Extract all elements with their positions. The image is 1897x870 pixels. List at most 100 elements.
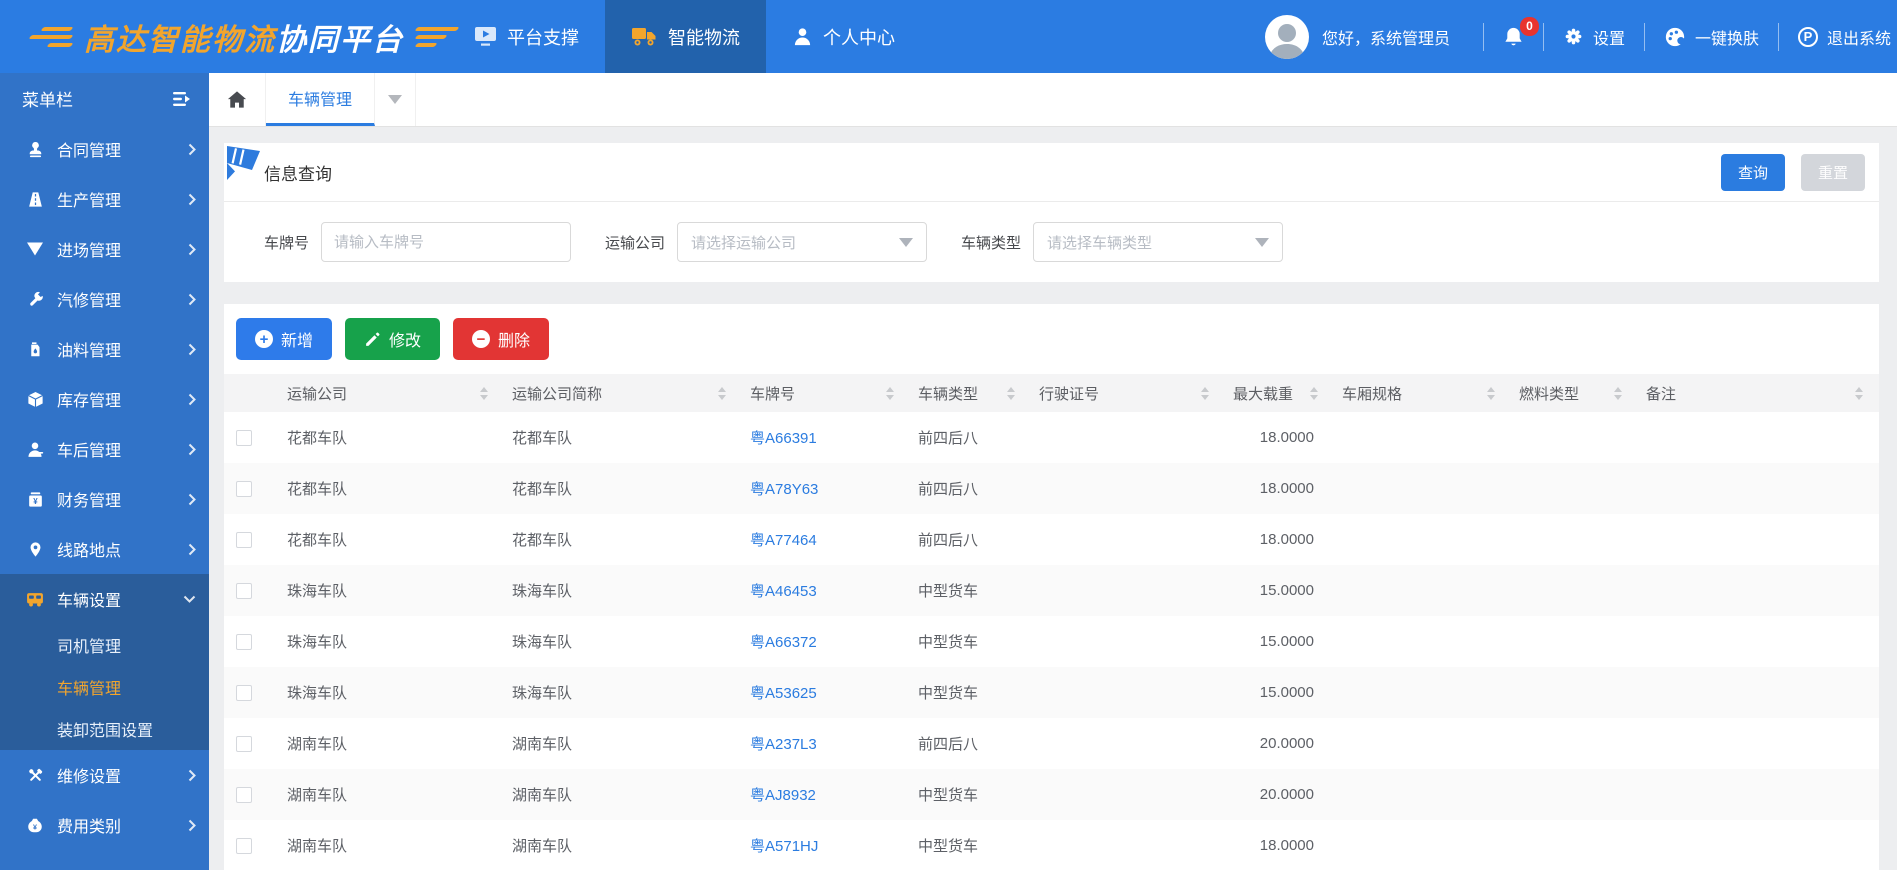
table-row[interactable]: 湖南车队 湖南车队 粤AJ8932 中型货车 20.0000 bbox=[224, 769, 1879, 820]
triangle-down-icon bbox=[25, 241, 45, 257]
notifications-button[interactable]: 0 bbox=[1503, 16, 1539, 48]
sidebar-item-routes[interactable]: 线路地点 bbox=[0, 524, 209, 574]
sidebar-item-expense-category[interactable]: ¥ 费用类别 bbox=[0, 800, 209, 850]
company-select[interactable]: 请选择运输公司 bbox=[677, 222, 928, 262]
reset-button[interactable]: 重置 bbox=[1800, 153, 1865, 191]
row-checkbox[interactable] bbox=[236, 582, 252, 599]
road-icon bbox=[25, 190, 45, 209]
sort-icon[interactable] bbox=[1855, 386, 1863, 400]
corner-flag-icon bbox=[224, 143, 264, 191]
add-button[interactable]: + 新增 bbox=[236, 318, 333, 360]
row-checkbox[interactable] bbox=[236, 837, 252, 854]
table-row[interactable]: 湖南车队 湖南车队 粤A237L3 前四后八 20.0000 bbox=[224, 718, 1879, 769]
header-divider bbox=[1542, 22, 1544, 51]
sort-icon[interactable] bbox=[480, 386, 488, 400]
plate-link[interactable]: 粤AJ8932 bbox=[734, 784, 902, 805]
plate-label: 车牌号 bbox=[264, 234, 310, 252]
sidebar: 菜单栏 合同管理 生产管理 进场管理 汽修管理 油料管理 库存管理 车后管理 ¥… bbox=[0, 73, 209, 870]
header-divider bbox=[1643, 22, 1645, 51]
table-row[interactable]: 花都车队 花都车队 粤A78Y63 前四后八 18.0000 bbox=[224, 463, 1879, 514]
plate-input[interactable] bbox=[321, 222, 572, 262]
row-checkbox[interactable] bbox=[236, 531, 252, 548]
tab-home[interactable] bbox=[209, 73, 266, 126]
edit-button[interactable]: 修改 bbox=[345, 318, 441, 360]
table-toolbar: + 新增 修改 − 删除 bbox=[224, 318, 1879, 374]
table-row[interactable]: 珠海车队 珠海车队 粤A46453 中型货车 15.0000 bbox=[224, 565, 1879, 616]
plate-link[interactable]: 粤A77464 bbox=[734, 529, 902, 550]
plus-circle-icon: + bbox=[255, 330, 273, 348]
sidebar-subitem-driver-management[interactable]: 司机管理 bbox=[0, 624, 209, 666]
person-icon bbox=[792, 26, 813, 47]
chevron-right-icon bbox=[188, 193, 196, 206]
nav-platform-support[interactable]: 平台支撑 bbox=[448, 0, 605, 73]
sidebar-item-vehicle-settings[interactable]: 车辆设置 bbox=[0, 574, 209, 624]
tab-dropdown-button[interactable] bbox=[375, 73, 417, 126]
change-skin-button[interactable]: 一键换肤 bbox=[1664, 25, 1759, 49]
plate-link[interactable]: 粤A66391 bbox=[734, 427, 902, 448]
sidebar-subitem-vehicle-management[interactable]: 车辆管理 bbox=[0, 666, 209, 708]
logout-button[interactable]: P 退出系统 bbox=[1797, 25, 1891, 49]
notification-badge: 0 bbox=[1519, 16, 1539, 36]
sidebar-group-vehicle-settings: 车辆设置 司机管理 车辆管理 装卸范围设置 bbox=[0, 574, 209, 750]
gear-icon bbox=[1563, 26, 1584, 47]
settings-button[interactable]: 设置 bbox=[1563, 25, 1625, 49]
chevron-right-icon bbox=[188, 143, 196, 156]
sort-icon[interactable] bbox=[1310, 386, 1318, 400]
search-button[interactable]: 查询 bbox=[1720, 153, 1785, 191]
sort-icon[interactable] bbox=[718, 386, 726, 400]
map-pin-icon bbox=[25, 540, 45, 559]
delete-button[interactable]: − 删除 bbox=[453, 318, 550, 360]
sort-icon[interactable] bbox=[1007, 386, 1015, 400]
sidebar-item-aftermarket[interactable]: 车后管理 bbox=[0, 424, 209, 474]
plate-link[interactable]: 粤A66372 bbox=[734, 631, 902, 652]
sidebar-item-maintenance-settings[interactable]: 维修设置 bbox=[0, 750, 209, 800]
plate-link[interactable]: 粤A53625 bbox=[734, 682, 902, 703]
type-field: 车辆类型 请选择车辆类型 bbox=[961, 222, 1284, 262]
table-row[interactable]: 湖南车队 湖南车队 粤A571HJ 中型货车 18.0000 bbox=[224, 820, 1879, 870]
plate-link[interactable]: 粤A46453 bbox=[734, 580, 902, 601]
collapse-menu-icon[interactable] bbox=[173, 91, 193, 107]
sort-icon[interactable] bbox=[1487, 386, 1495, 400]
row-checkbox[interactable] bbox=[236, 786, 252, 803]
table-row[interactable]: 珠海车队 珠海车队 粤A66372 中型货车 15.0000 bbox=[224, 616, 1879, 667]
sort-icon[interactable] bbox=[886, 386, 894, 400]
nav-personal-center[interactable]: 个人中心 bbox=[766, 0, 921, 73]
sidebar-item-fuel[interactable]: 油料管理 bbox=[0, 324, 209, 374]
app-logo: 高达智能物流协同平台 bbox=[0, 0, 460, 73]
chevron-right-icon bbox=[188, 769, 196, 782]
table-row[interactable]: 花都车队 花都车队 粤A66391 前四后八 18.0000 bbox=[224, 412, 1879, 463]
tools-icon bbox=[25, 766, 45, 785]
chevron-right-icon bbox=[188, 243, 196, 256]
sort-icon[interactable] bbox=[1614, 386, 1622, 400]
type-select[interactable]: 请选择车辆类型 bbox=[1033, 222, 1284, 262]
row-checkbox[interactable] bbox=[236, 480, 252, 497]
svg-text:¥: ¥ bbox=[33, 823, 37, 831]
sidebar-item-inventory[interactable]: 库存管理 bbox=[0, 374, 209, 424]
speed-lines-icon bbox=[28, 26, 74, 47]
home-icon bbox=[227, 90, 247, 109]
sidebar-item-auto-repair[interactable]: 汽修管理 bbox=[0, 274, 209, 324]
user-greeting: 您好，系统管理员 bbox=[1321, 30, 1450, 48]
tab-vehicle-management[interactable]: 车辆管理 bbox=[266, 73, 376, 126]
plate-link[interactable]: 粤A237L3 bbox=[734, 733, 902, 754]
plate-link[interactable]: 粤A78Y63 bbox=[734, 478, 902, 499]
box-icon bbox=[25, 390, 45, 409]
truck-icon bbox=[631, 26, 658, 47]
row-checkbox[interactable] bbox=[236, 633, 252, 650]
sort-icon[interactable] bbox=[1201, 386, 1209, 400]
sidebar-item-finance[interactable]: ¥ 财务管理 bbox=[0, 474, 209, 524]
table-row[interactable]: 珠海车队 珠海车队 粤A53625 中型货车 15.0000 bbox=[224, 667, 1879, 718]
row-checkbox[interactable] bbox=[236, 429, 252, 446]
nav-smart-logistics[interactable]: 智能物流 bbox=[605, 0, 766, 73]
sidebar-subitem-loading-range[interactable]: 装卸范围设置 bbox=[0, 708, 209, 750]
table-row[interactable]: 花都车队 花都车队 粤A77464 前四后八 18.0000 bbox=[224, 514, 1879, 565]
avatar[interactable] bbox=[1264, 14, 1309, 59]
plate-link[interactable]: 粤A571HJ bbox=[734, 835, 902, 856]
sidebar-item-entry[interactable]: 进场管理 bbox=[0, 224, 209, 274]
sidebar-item-production[interactable]: 生产管理 bbox=[0, 174, 209, 224]
app-title: 高达智能物流协同平台 bbox=[84, 23, 404, 57]
row-checkbox[interactable] bbox=[236, 735, 252, 752]
top-header: 高达智能物流协同平台 平台支撑 智能物流 个人中心 您好，系统管理员 0 设置 … bbox=[0, 0, 1897, 73]
row-checkbox[interactable] bbox=[236, 684, 252, 701]
sidebar-item-contract[interactable]: 合同管理 bbox=[0, 124, 209, 174]
